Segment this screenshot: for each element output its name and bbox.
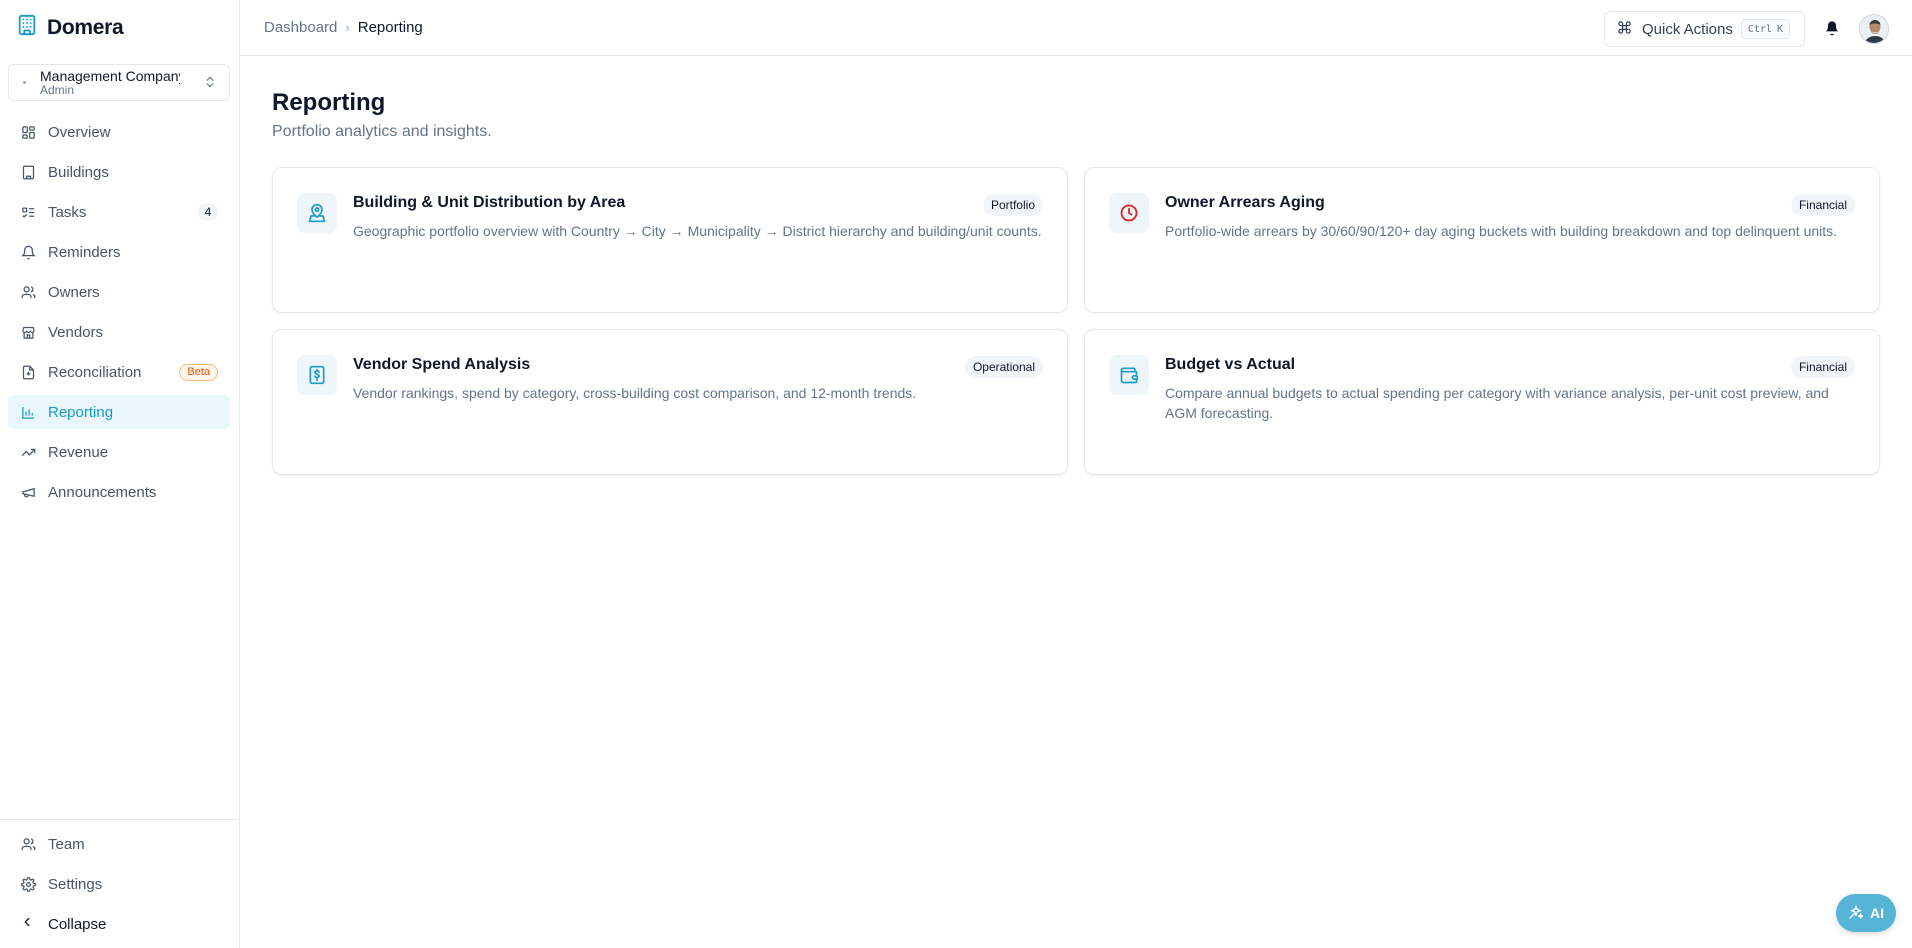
collapse-sidebar-button[interactable]: Collapse (0, 907, 240, 941)
sidebar-item-label: Reporting (48, 403, 114, 421)
bell-icon (20, 244, 36, 260)
overview-icon (20, 124, 36, 140)
sidebar-item-announcements[interactable]: Announcements (8, 475, 230, 509)
category-badge: Portfolio (982, 194, 1043, 216)
breadcrumb-dashboard-link[interactable]: Dashboard (264, 19, 337, 36)
sparkles-icon (1848, 904, 1864, 923)
sidebar-item-revenue[interactable]: Revenue (8, 435, 230, 469)
chevrons-up-down-icon (203, 75, 217, 94)
sidebar-item-buildings[interactable]: Buildings (8, 155, 230, 189)
page-title: Reporting (272, 89, 386, 116)
main-nav: Overview Buildings Tasks 4 Reminders Own… (8, 115, 230, 515)
breadcrumb-current: Reporting (357, 19, 423, 36)
org-switcher[interactable]: Management Company Admin (8, 64, 230, 101)
megaphone-icon (20, 484, 36, 500)
sidebar-item-tasks[interactable]: Tasks 4 (8, 195, 230, 229)
card-description: Portfolio-wide arrears by 30/60/90/120+ … (1165, 223, 1838, 239)
brand[interactable]: Domera (0, 0, 239, 55)
sidebar-item-settings[interactable]: Settings (8, 867, 230, 901)
gear-icon (20, 876, 36, 892)
tasks-count-badge: 4 (198, 203, 218, 221)
user-avatar[interactable] (1859, 14, 1889, 44)
category-badge: Financial (1790, 194, 1855, 216)
users-icon (20, 836, 36, 852)
sidebar-item-reminders[interactable]: Reminders (8, 235, 230, 269)
sidebar-item-label: Reconciliation (48, 363, 142, 381)
wallet-icon (1109, 355, 1149, 395)
sidebar-item-label: Buildings (48, 163, 109, 181)
collapse-label: Collapse (48, 915, 107, 933)
clock-icon (1109, 193, 1149, 233)
sidebar: Domera Management Company Admin Overview… (0, 0, 240, 948)
sidebar-item-label: Overview (48, 123, 111, 141)
card-title: Budget vs Actual (1165, 356, 1296, 373)
receipt-icon (297, 355, 337, 395)
keyboard-shortcut: Ctrl K (1740, 19, 1790, 39)
chevron-right-icon: › (345, 20, 350, 35)
sidebar-item-label: Settings (48, 875, 103, 893)
report-card-owner-arrears[interactable]: Owner Arrears Aging Portfolio-wide arrea… (1084, 167, 1880, 313)
sidebar-item-label: Announcements (48, 483, 157, 501)
topbar: Dashboard › Reporting Quick Actions Ctrl… (240, 0, 1912, 56)
sidebar-item-label: Owners (48, 283, 100, 301)
quick-actions-button[interactable]: Quick Actions Ctrl K (1604, 11, 1805, 47)
report-card-budget-vs-actual[interactable]: Budget vs Actual Compare annual budgets … (1084, 329, 1880, 475)
trending-up-icon (20, 444, 36, 460)
sidebar-item-label: Tasks (48, 203, 87, 221)
card-title: Building & Unit Distribution by Area (353, 194, 626, 211)
ai-assistant-button[interactable]: AI (1836, 894, 1896, 932)
category-badge: Operational (964, 356, 1043, 378)
tasks-icon (20, 204, 36, 220)
building-logo-icon (16, 14, 38, 41)
sidebar-item-team[interactable]: Team (8, 827, 230, 861)
chevron-left-icon (20, 915, 34, 933)
chart-icon (20, 404, 36, 420)
kbd-ctrl: Ctrl (1747, 23, 1772, 35)
brand-name: Domera (47, 15, 124, 39)
map-pin-icon (297, 193, 337, 233)
org-name: Management Company (40, 67, 180, 84)
org-role: Admin (40, 82, 75, 97)
card-title: Vendor Spend Analysis (353, 356, 531, 373)
building-icon (20, 164, 36, 180)
sidebar-item-reconciliation[interactable]: Reconciliation Beta (8, 355, 230, 389)
report-card-vendor-spend[interactable]: Vendor Spend Analysis Vendor rankings, s… (272, 329, 1068, 475)
org-avatar (23, 81, 26, 84)
breadcrumb: Dashboard › Reporting (264, 19, 423, 36)
kbd-k: K (1776, 23, 1783, 35)
notifications-bell-icon[interactable] (1824, 19, 1840, 42)
sidebar-item-label: Team (48, 835, 85, 853)
sidebar-item-vendors[interactable]: Vendors (8, 315, 230, 349)
card-description: Compare annual budgets to actual spendin… (1165, 385, 1829, 421)
sidebar-item-label: Revenue (48, 443, 109, 461)
card-description: Geographic portfolio overview with Count… (353, 223, 1042, 239)
sidebar-item-reporting[interactable]: Reporting (8, 395, 230, 429)
page-subtitle: Portfolio analytics and insights. (272, 123, 492, 140)
command-icon (1617, 20, 1632, 39)
sidebar-item-label: Vendors (48, 323, 104, 341)
sidebar-footer: Team Settings Collapse (0, 819, 240, 941)
store-icon (20, 324, 36, 340)
report-card-area-distribution[interactable]: Building & Unit Distribution by Area Geo… (272, 167, 1068, 313)
beta-badge: Beta (179, 364, 218, 381)
reconcile-icon (20, 364, 36, 380)
sidebar-item-label: Reminders (48, 243, 121, 261)
card-description: Vendor rankings, spend by category, cros… (353, 385, 917, 401)
category-badge: Financial (1790, 356, 1855, 378)
sidebar-item-overview[interactable]: Overview (8, 115, 230, 149)
card-title: Owner Arrears Aging (1165, 194, 1325, 211)
report-cards-grid: Building & Unit Distribution by Area Geo… (272, 167, 1880, 475)
ai-label: AI (1870, 905, 1884, 921)
sidebar-item-owners[interactable]: Owners (8, 275, 230, 309)
quick-actions-label: Quick Actions (1642, 20, 1733, 38)
main-content: Reporting Portfolio analytics and insigh… (272, 56, 1880, 475)
users-icon (20, 284, 36, 300)
